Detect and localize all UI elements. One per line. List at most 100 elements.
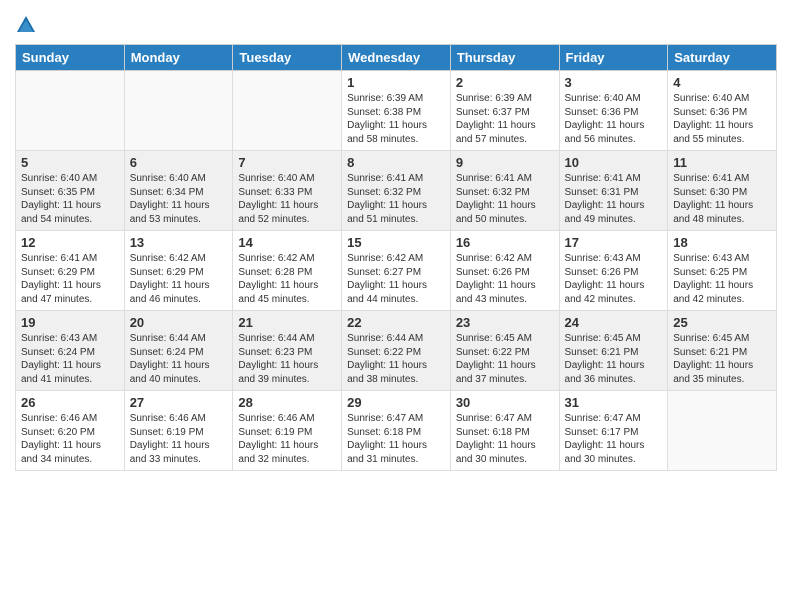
- day-info: Sunrise: 6:41 AM Sunset: 6:29 PM Dayligh…: [21, 252, 119, 306]
- day-info: Sunrise: 6:45 AM Sunset: 6:21 PM Dayligh…: [673, 332, 771, 386]
- day-info: Sunrise: 6:46 AM Sunset: 6:19 PM Dayligh…: [130, 412, 228, 466]
- day-header-thursday: Thursday: [450, 45, 559, 71]
- day-number: 23: [456, 315, 554, 330]
- header: [15, 10, 777, 36]
- day-number: 9: [456, 155, 554, 170]
- page: SundayMondayTuesdayWednesdayThursdayFrid…: [0, 0, 792, 612]
- day-number: 2: [456, 75, 554, 90]
- week-row-2: 12 Sunrise: 6:41 AM Sunset: 6:29 PM Dayli…: [16, 231, 777, 311]
- calendar-cell: 18 Sunrise: 6:43 AM Sunset: 6:25 PM Dayli…: [668, 231, 777, 311]
- day-number: 18: [673, 235, 771, 250]
- day-number: 25: [673, 315, 771, 330]
- calendar-cell: 12 Sunrise: 6:41 AM Sunset: 6:29 PM Dayli…: [16, 231, 125, 311]
- day-number: 7: [238, 155, 336, 170]
- calendar-cell: 14 Sunrise: 6:42 AM Sunset: 6:28 PM Dayli…: [233, 231, 342, 311]
- day-number: 14: [238, 235, 336, 250]
- calendar-cell: [124, 71, 233, 151]
- logo: [15, 14, 41, 36]
- day-info: Sunrise: 6:41 AM Sunset: 6:32 PM Dayligh…: [347, 172, 445, 226]
- day-info: Sunrise: 6:47 AM Sunset: 6:18 PM Dayligh…: [456, 412, 554, 466]
- day-number: 22: [347, 315, 445, 330]
- header-row: SundayMondayTuesdayWednesdayThursdayFrid…: [16, 45, 777, 71]
- calendar-cell: 4Sunrise: 6:40 AM Sunset: 6:36 PM Daylig…: [668, 71, 777, 151]
- day-number: 1: [347, 75, 445, 90]
- day-number: 19: [21, 315, 119, 330]
- day-info: Sunrise: 6:44 AM Sunset: 6:24 PM Dayligh…: [130, 332, 228, 386]
- calendar-cell: 28 Sunrise: 6:46 AM Sunset: 6:19 PM Dayli…: [233, 391, 342, 471]
- calendar-cell: 15 Sunrise: 6:42 AM Sunset: 6:27 PM Dayli…: [342, 231, 451, 311]
- day-info: Sunrise: 6:42 AM Sunset: 6:28 PM Dayligh…: [238, 252, 336, 306]
- day-number: 28: [238, 395, 336, 410]
- calendar-cell: 3 Sunrise: 6:40 AM Sunset: 6:36 PM Daylig…: [559, 71, 668, 151]
- day-info: Sunrise: 6:42 AM Sunset: 6:27 PM Dayligh…: [347, 252, 445, 306]
- calendar-cell: 29Sunrise: 6:47 AM Sunset: 6:18 PM Dayli…: [342, 391, 451, 471]
- calendar-cell: 20 Sunrise: 6:44 AM Sunset: 6:24 PM Dayli…: [124, 311, 233, 391]
- day-number: 21: [238, 315, 336, 330]
- day-number: 6: [130, 155, 228, 170]
- calendar-cell: [16, 71, 125, 151]
- day-number: 10: [565, 155, 663, 170]
- day-number: 30: [456, 395, 554, 410]
- calendar-cell: 7 Sunrise: 6:40 AM Sunset: 6:33 PM Daylig…: [233, 151, 342, 231]
- day-info: Sunrise: 6:44 AM Sunset: 6:22 PM Dayligh…: [347, 332, 445, 386]
- week-row-3: 19 Sunrise: 6:43 AM Sunset: 6:24 PM Dayli…: [16, 311, 777, 391]
- calendar-cell: 26Sunrise: 6:46 AM Sunset: 6:20 PM Dayli…: [16, 391, 125, 471]
- day-info: Sunrise: 6:43 AM Sunset: 6:25 PM Dayligh…: [673, 252, 771, 306]
- calendar-cell: 16 Sunrise: 6:42 AM Sunset: 6:26 PM Dayli…: [450, 231, 559, 311]
- calendar-cell: 6Sunrise: 6:40 AM Sunset: 6:34 PM Daylig…: [124, 151, 233, 231]
- day-info: Sunrise: 6:42 AM Sunset: 6:26 PM Dayligh…: [456, 252, 554, 306]
- day-info: Sunrise: 6:47 AM Sunset: 6:18 PM Dayligh…: [347, 412, 445, 466]
- calendar-cell: 17 Sunrise: 6:43 AM Sunset: 6:26 PM Dayli…: [559, 231, 668, 311]
- day-header-friday: Friday: [559, 45, 668, 71]
- day-info: Sunrise: 6:40 AM Sunset: 6:36 PM Dayligh…: [673, 92, 771, 146]
- day-header-sunday: Sunday: [16, 45, 125, 71]
- day-info: Sunrise: 6:40 AM Sunset: 6:33 PM Dayligh…: [238, 172, 336, 226]
- calendar-cell: 13 Sunrise: 6:42 AM Sunset: 6:29 PM Dayli…: [124, 231, 233, 311]
- calendar-cell: 9 Sunrise: 6:41 AM Sunset: 6:32 PM Daylig…: [450, 151, 559, 231]
- calendar-cell: 25 Sunrise: 6:45 AM Sunset: 6:21 PM Dayli…: [668, 311, 777, 391]
- calendar-cell: 22 Sunrise: 6:44 AM Sunset: 6:22 PM Dayli…: [342, 311, 451, 391]
- calendar-cell: 19 Sunrise: 6:43 AM Sunset: 6:24 PM Dayli…: [16, 311, 125, 391]
- calendar-cell: 27 Sunrise: 6:46 AM Sunset: 6:19 PM Dayli…: [124, 391, 233, 471]
- day-number: 13: [130, 235, 228, 250]
- day-number: 20: [130, 315, 228, 330]
- calendar-cell: 23 Sunrise: 6:45 AM Sunset: 6:22 PM Dayli…: [450, 311, 559, 391]
- day-info: Sunrise: 6:40 AM Sunset: 6:35 PM Dayligh…: [21, 172, 119, 226]
- day-number: 27: [130, 395, 228, 410]
- day-info: Sunrise: 6:40 AM Sunset: 6:36 PM Dayligh…: [565, 92, 663, 146]
- day-info: Sunrise: 6:46 AM Sunset: 6:20 PM Dayligh…: [21, 412, 119, 466]
- day-info: Sunrise: 6:42 AM Sunset: 6:29 PM Dayligh…: [130, 252, 228, 306]
- day-info: Sunrise: 6:46 AM Sunset: 6:19 PM Dayligh…: [238, 412, 336, 466]
- day-number: 24: [565, 315, 663, 330]
- day-info: Sunrise: 6:41 AM Sunset: 6:32 PM Dayligh…: [456, 172, 554, 226]
- day-header-tuesday: Tuesday: [233, 45, 342, 71]
- day-number: 12: [21, 235, 119, 250]
- calendar-cell: 2 Sunrise: 6:39 AM Sunset: 6:37 PM Daylig…: [450, 71, 559, 151]
- day-number: 8: [347, 155, 445, 170]
- calendar-cell: 31Sunrise: 6:47 AM Sunset: 6:17 PM Dayli…: [559, 391, 668, 471]
- day-number: 31: [565, 395, 663, 410]
- calendar-cell: 8 Sunrise: 6:41 AM Sunset: 6:32 PM Daylig…: [342, 151, 451, 231]
- day-info: Sunrise: 6:39 AM Sunset: 6:37 PM Dayligh…: [456, 92, 554, 146]
- calendar-table: SundayMondayTuesdayWednesdayThursdayFrid…: [15, 44, 777, 471]
- day-info: Sunrise: 6:44 AM Sunset: 6:23 PM Dayligh…: [238, 332, 336, 386]
- day-number: 16: [456, 235, 554, 250]
- day-info: Sunrise: 6:41 AM Sunset: 6:30 PM Dayligh…: [673, 172, 771, 226]
- day-info: Sunrise: 6:43 AM Sunset: 6:26 PM Dayligh…: [565, 252, 663, 306]
- day-number: 3: [565, 75, 663, 90]
- day-info: Sunrise: 6:45 AM Sunset: 6:21 PM Dayligh…: [565, 332, 663, 386]
- day-info: Sunrise: 6:41 AM Sunset: 6:31 PM Dayligh…: [565, 172, 663, 226]
- day-number: 5: [21, 155, 119, 170]
- day-info: Sunrise: 6:43 AM Sunset: 6:24 PM Dayligh…: [21, 332, 119, 386]
- week-row-4: 26Sunrise: 6:46 AM Sunset: 6:20 PM Dayli…: [16, 391, 777, 471]
- calendar-cell: [233, 71, 342, 151]
- day-header-monday: Monday: [124, 45, 233, 71]
- day-header-saturday: Saturday: [668, 45, 777, 71]
- calendar-cell: 5 Sunrise: 6:40 AM Sunset: 6:35 PM Daylig…: [16, 151, 125, 231]
- calendar-cell: 30 Sunrise: 6:47 AM Sunset: 6:18 PM Dayli…: [450, 391, 559, 471]
- week-row-0: 1Sunrise: 6:39 AM Sunset: 6:38 PM Daylig…: [16, 71, 777, 151]
- logo-icon: [15, 14, 37, 36]
- day-info: Sunrise: 6:45 AM Sunset: 6:22 PM Dayligh…: [456, 332, 554, 386]
- day-number: 17: [565, 235, 663, 250]
- day-number: 15: [347, 235, 445, 250]
